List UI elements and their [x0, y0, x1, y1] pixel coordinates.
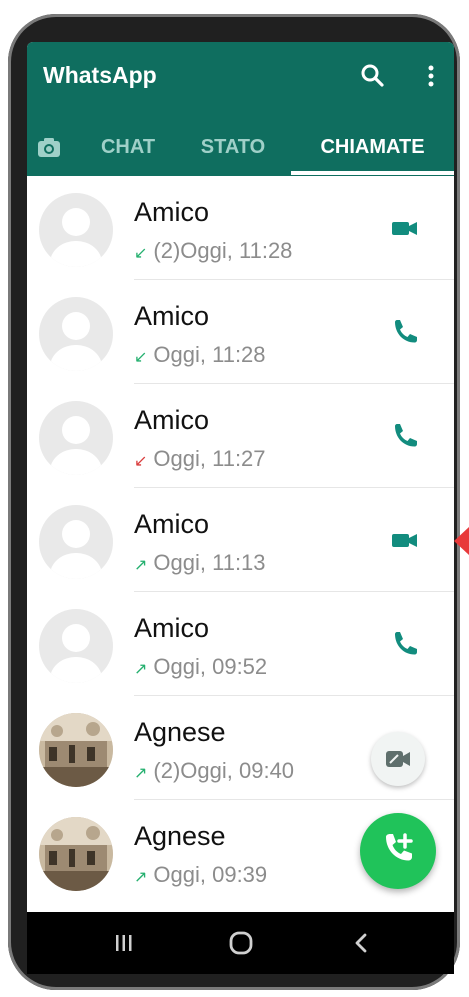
- call-row[interactable]: Amico ↙ (2)Oggi, 11:28: [27, 176, 454, 280]
- home-icon: [229, 931, 253, 955]
- incoming-call-arrow-icon: ↙: [134, 349, 148, 366]
- phone-icon[interactable]: [389, 628, 421, 660]
- home-button[interactable]: [224, 926, 258, 960]
- tab-chat[interactable]: CHAT: [83, 126, 173, 176]
- active-tab-indicator: [291, 171, 454, 175]
- more-vert-icon[interactable]: [417, 62, 445, 90]
- call-time: Oggi, 09:52: [153, 654, 268, 679]
- phone-icon[interactable]: [389, 316, 421, 348]
- call-time: Oggi, 11:27: [153, 446, 266, 471]
- call-row[interactable]: Amico ↗ Oggi, 11:13: [27, 488, 454, 592]
- default-avatar-icon[interactable]: [39, 609, 113, 683]
- call-count: (2): [153, 758, 181, 783]
- videocam-icon[interactable]: [389, 212, 421, 244]
- phone-icon[interactable]: [389, 420, 421, 452]
- contact-name: Amico: [134, 613, 210, 643]
- camera-icon: [38, 138, 60, 157]
- outgoing-call-arrow-icon: ↗: [134, 661, 148, 678]
- incoming-call-arrow-icon: ↙: [134, 245, 148, 262]
- call-count: (2): [153, 238, 181, 263]
- recent-apps-button[interactable]: [107, 926, 141, 960]
- pointer-marker: [452, 527, 469, 555]
- contact-name: Amico: [134, 509, 210, 539]
- call-time: Oggi, 09:39: [153, 862, 268, 887]
- recents-icon: [116, 935, 132, 951]
- videocam-icon[interactable]: [389, 524, 421, 556]
- call-meta: ↙ Oggi, 11:27: [134, 446, 266, 472]
- tab-stato[interactable]: STATO: [185, 126, 281, 176]
- call-row[interactable]: Amico ↙ Oggi, 11:27: [27, 384, 454, 488]
- video-call-icon: [386, 751, 410, 767]
- contact-name: Amico: [134, 301, 210, 331]
- tab-camera[interactable]: [27, 126, 71, 176]
- tab-bar: CHAT STATO CHIAMATE: [27, 126, 454, 176]
- contact-name: Amico: [134, 197, 210, 227]
- default-avatar-icon[interactable]: [39, 505, 113, 579]
- call-meta: ↗ Oggi, 09:39: [134, 862, 267, 888]
- new-call-fab[interactable]: [360, 813, 436, 889]
- contact-photo[interactable]: [39, 817, 113, 891]
- call-meta: ↗ Oggi, 11:13: [134, 550, 266, 576]
- call-meta: ↗ Oggi, 09:52: [134, 654, 267, 680]
- outgoing-call-arrow-icon: ↗: [134, 765, 148, 782]
- app-bar: WhatsApp CHAT STATO CHIAMATE: [27, 42, 454, 176]
- screen: WhatsApp CHAT STATO CHIAMATE Amico ↙ (2)…: [27, 42, 454, 912]
- outgoing-call-arrow-icon: ↗: [134, 557, 148, 574]
- outgoing-call-arrow-icon: ↗: [134, 869, 148, 886]
- call-row[interactable]: Amico ↙ Oggi, 11:28: [27, 280, 454, 384]
- back-icon: [355, 933, 367, 953]
- system-nav-bar: [27, 912, 454, 974]
- call-meta: ↗ (2)Oggi, 09:40: [134, 758, 294, 784]
- call-time: Oggi, 11:13: [153, 550, 266, 575]
- contact-name: Agnese: [134, 717, 226, 747]
- call-row[interactable]: Amico ↗ Oggi, 09:52: [27, 592, 454, 696]
- tab-chiamate[interactable]: CHIAMATE: [291, 126, 454, 176]
- contact-photo[interactable]: [39, 713, 113, 787]
- call-time: Oggi, 11:28: [180, 238, 293, 263]
- contact-name: Amico: [134, 405, 210, 435]
- call-time: Oggi, 09:40: [180, 758, 295, 783]
- back-button[interactable]: [345, 926, 379, 960]
- default-avatar-icon[interactable]: [39, 401, 113, 475]
- contact-name: Agnese: [134, 821, 226, 851]
- app-title: WhatsApp: [43, 62, 157, 88]
- video-call-fab[interactable]: [371, 732, 425, 786]
- default-avatar-icon[interactable]: [39, 193, 113, 267]
- add-call-icon: [386, 833, 413, 861]
- call-time: Oggi, 11:28: [153, 342, 266, 367]
- search-icon[interactable]: [359, 62, 387, 90]
- missed-call-arrow-icon: ↙: [134, 453, 148, 470]
- default-avatar-icon[interactable]: [39, 297, 113, 371]
- call-meta: ↙ (2)Oggi, 11:28: [134, 238, 292, 264]
- call-meta: ↙ Oggi, 11:28: [134, 342, 266, 368]
